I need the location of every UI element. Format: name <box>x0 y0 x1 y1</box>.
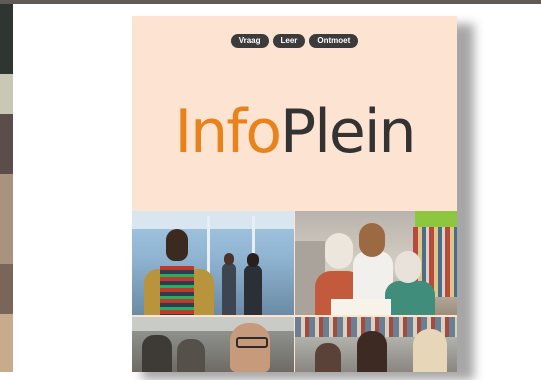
pill-group: Vraag Leer Ontmoet <box>132 34 457 48</box>
photo-reading-group <box>295 211 457 315</box>
logo-info: Info <box>174 97 282 167</box>
photo-group-smiling <box>295 317 457 372</box>
background-photo-strip <box>0 4 13 372</box>
photo-man-library <box>132 211 294 315</box>
photo-man-glasses <box>132 317 294 372</box>
cover-header: Vraag Leer Ontmoet InfoPlein <box>132 16 457 211</box>
infoplein-logo: InfoPlein <box>132 96 457 168</box>
top-frame-bar <box>0 0 541 4</box>
pill-ontmoet: Ontmoet <box>309 34 359 48</box>
pill-vraag: Vraag <box>230 34 269 48</box>
pill-leer: Leer <box>272 34 306 48</box>
brochure-cover: Vraag Leer Ontmoet InfoPlein <box>132 16 457 372</box>
logo-plein: Plein <box>280 97 416 167</box>
